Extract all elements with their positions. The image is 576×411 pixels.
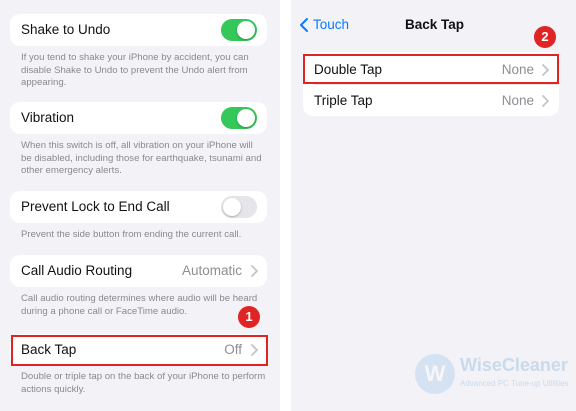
call-audio-routing-label: Call Audio Routing (21, 263, 133, 278)
wisecleaner-logo-icon: W (415, 354, 455, 394)
prevent-lock-note: Prevent the side button from ending the … (21, 229, 242, 240)
triple-tap-label: Triple Tap (314, 93, 373, 108)
vibration-label: Vibration (21, 110, 75, 125)
prevent-lock-toggle[interactable] (221, 196, 257, 218)
call-audio-routing-value: Automatic (181, 263, 242, 278)
prevent-lock-row[interactable]: Prevent Lock to End Call (10, 191, 267, 223)
triple-tap-value: None (501, 93, 534, 108)
chevron-left-icon (300, 18, 308, 32)
watermark-name: WiseCleaner (460, 355, 568, 375)
shake-to-undo-note: If you tend to shake your iPhone by acci… (21, 52, 249, 89)
call-audio-routing-row[interactable]: Call Audio Routing Automatic (10, 255, 267, 287)
toggle-knob (223, 198, 241, 216)
back-tap-settings-panel: Touch Back Tap Double Tap None Triple Ta… (291, 0, 576, 411)
chevron-right-icon (251, 265, 258, 277)
back-tap-note: Double or triple tap on the back of your… (21, 371, 266, 395)
double-tap-highlight-box (303, 54, 559, 84)
back-tap-highlight-box (11, 335, 268, 366)
vibration-row[interactable]: Vibration (10, 102, 267, 134)
page-title: Back Tap (405, 17, 465, 32)
vibration-toggle[interactable] (221, 107, 257, 129)
toggle-knob (237, 109, 255, 127)
step-1-badge: 1 (238, 306, 260, 328)
chevron-right-icon (542, 95, 549, 107)
back-button-label: Touch (313, 17, 350, 32)
vibration-note: When this switch is off, all vibration o… (21, 140, 262, 177)
triple-tap-row[interactable]: Triple Tap None (303, 85, 559, 116)
toggle-knob (237, 21, 255, 39)
shake-to-undo-toggle[interactable] (221, 19, 257, 41)
step-2-badge: 2 (534, 26, 556, 48)
prevent-lock-label: Prevent Lock to End Call (21, 199, 170, 214)
wisecleaner-watermark: W WiseCleaner Advanced PC Tune-up Utilit… (415, 352, 575, 402)
panel-divider (280, 0, 291, 411)
shake-to-undo-label: Shake to Undo (21, 22, 111, 37)
watermark-tagline: Advanced PC Tune-up Utilities (460, 379, 569, 388)
accessibility-touch-settings-panel: Shake to Undo If you tend to shake your … (0, 0, 280, 411)
call-audio-routing-note: Call audio routing determines where audi… (21, 293, 258, 317)
shake-to-undo-row[interactable]: Shake to Undo (10, 14, 267, 46)
